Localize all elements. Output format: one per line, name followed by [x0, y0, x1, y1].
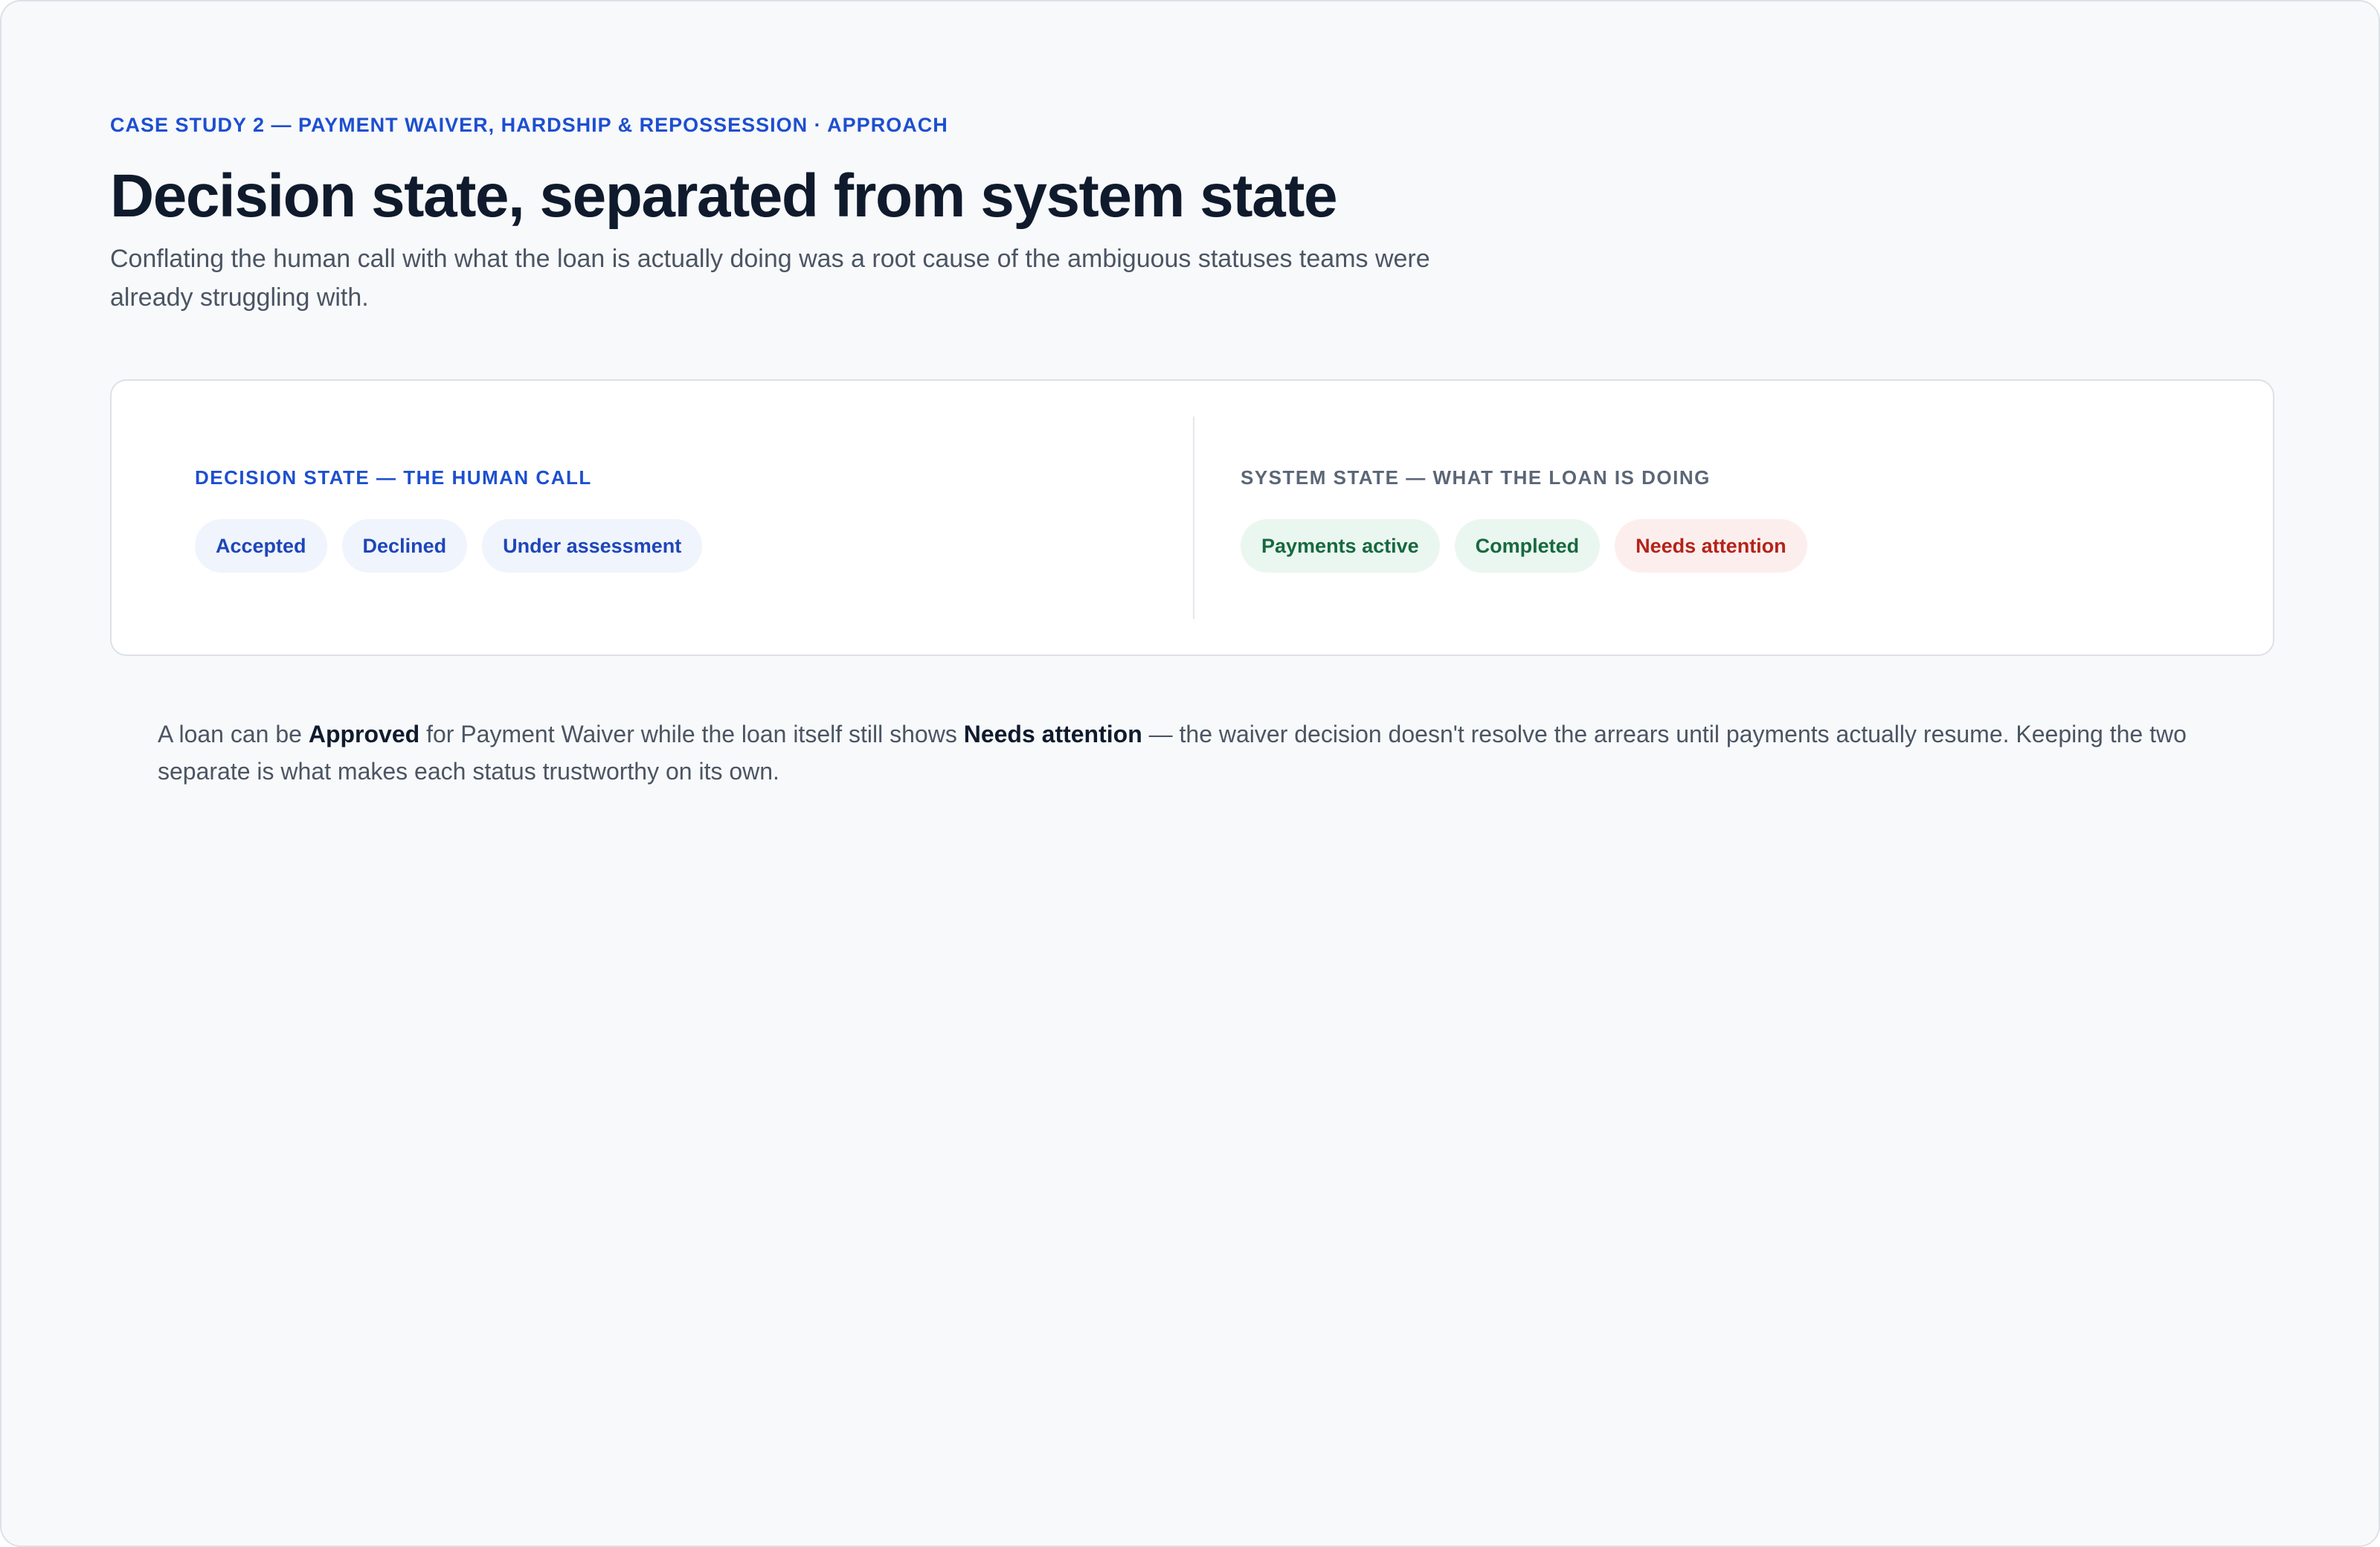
decision-state-heading: DECISION STATE — THE HUMAN CALL	[195, 466, 592, 489]
decision-state-chips: Accepted Declined Under assessment	[195, 519, 703, 573]
decision-state-column: DECISION STATE — THE HUMAN CALL Accepted…	[195, 381, 1162, 654]
page-title: Decision state, separated from system st…	[110, 162, 1338, 230]
note-text-2: for Payment Waiver while the loan itself…	[419, 721, 964, 747]
status-chip-completed: Completed	[1454, 519, 1601, 573]
slide-header: CASE STUDY 2 — PAYMENT WAIVER, HARDSHIP …	[110, 112, 2273, 317]
system-state-chips: Payments active Completed Needs attentio…	[1241, 519, 1807, 573]
state-comparison-card: DECISION STATE — THE HUMAN CALL Accepted…	[110, 379, 2274, 656]
note-emphasis-approved: Approved	[308, 721, 420, 747]
status-chip-under-assessment: Under assessment	[482, 519, 703, 573]
status-chip-payments-active: Payments active	[1241, 519, 1440, 573]
system-state-heading: SYSTEM STATE — WHAT THE LOAN IS DOING	[1241, 466, 1711, 489]
case-study-eyebrow: CASE STUDY 2 — PAYMENT WAIVER, HARDSHIP …	[110, 114, 948, 136]
note-text-1: A loan can be	[158, 721, 309, 747]
page-subtitle: Conflating the human call with what the …	[110, 245, 1430, 312]
note-emphasis-needs-attention: Needs attention	[963, 721, 1142, 747]
status-chip-needs-attention: Needs attention	[1615, 519, 1807, 573]
system-state-column: SYSTEM STATE — WHAT THE LOAN IS DOING Pa…	[1241, 381, 2207, 654]
column-divider	[1193, 416, 1194, 619]
status-chip-accepted: Accepted	[195, 519, 327, 573]
slide-frame: CASE STUDY 2 — PAYMENT WAIVER, HARDSHIP …	[0, 0, 2380, 1547]
explanation-note: A loan can be Approved for Payment Waive…	[158, 715, 2240, 790]
status-chip-declined: Declined	[341, 519, 468, 573]
